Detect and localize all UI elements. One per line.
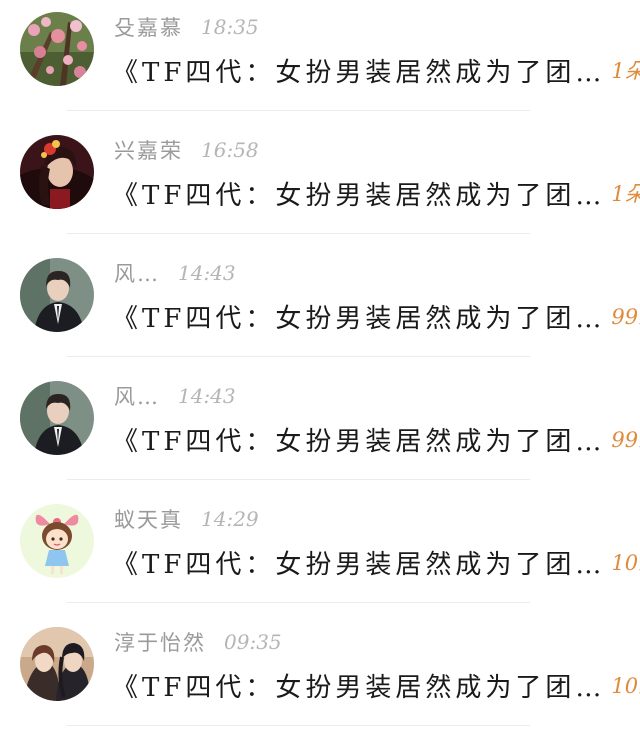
boy-in-suit-photo-icon xyxy=(20,381,94,455)
list-item[interactable]: 殳嘉慕 18:35 《TF四代：女扮男装居然成为了团… 1朵 xyxy=(0,0,640,123)
timestamp: 14:43 xyxy=(178,384,236,408)
message-preview[interactable]: 《TF四代：女扮男装居然成为了团… xyxy=(112,298,605,335)
sender-name: 淳于怡然 xyxy=(114,631,206,655)
avatar[interactable] xyxy=(20,258,94,332)
divider xyxy=(67,110,530,111)
flower-count: 10朵 xyxy=(611,551,640,575)
list-item[interactable]: 兴嘉荣 16:58 《TF四代：女扮男装居然成为了团… 1朵 xyxy=(0,123,640,246)
message-preview[interactable]: 《TF四代：女扮男装居然成为了团… xyxy=(112,421,605,458)
flower-count: 1朵 xyxy=(611,182,640,206)
timestamp: 16:58 xyxy=(201,138,259,162)
divider xyxy=(67,602,530,603)
flower-count: 1朵 xyxy=(611,59,640,83)
message-preview[interactable]: 《TF四代：女扮男装居然成为了团… xyxy=(112,667,605,704)
timestamp: 14:29 xyxy=(201,507,259,531)
anime-couple-illustration-icon xyxy=(20,627,94,701)
sender-name: 蚁天真 xyxy=(114,508,183,532)
flower-count: 99朵 xyxy=(611,428,640,452)
list-item[interactable]: 风… 14:43 《TF四代：女扮男装居然成为了团… 99朵 xyxy=(0,369,640,492)
sender-name: 殳嘉慕 xyxy=(114,16,183,40)
message-preview[interactable]: 《TF四代：女扮男装居然成为了团… xyxy=(112,52,605,89)
divider xyxy=(67,725,530,726)
avatar[interactable] xyxy=(20,135,94,209)
flower-count: 99朵 xyxy=(611,305,640,329)
divider xyxy=(67,233,530,234)
sender-name: 兴嘉荣 xyxy=(114,139,183,163)
message-preview[interactable]: 《TF四代：女扮男装居然成为了团… xyxy=(112,175,605,212)
divider xyxy=(67,479,530,480)
flower-count: 10朵 xyxy=(611,674,640,698)
list-item[interactable]: 淳于怡然 09:35 《TF四代：女扮男装居然成为了团… 10朵 xyxy=(0,615,640,738)
timestamp: 14:43 xyxy=(178,261,236,285)
avatar[interactable] xyxy=(20,504,94,578)
message-list: 殳嘉慕 18:35 《TF四代：女扮男装居然成为了团… 1朵 兴嘉荣 xyxy=(0,0,640,738)
divider xyxy=(67,356,530,357)
avatar[interactable] xyxy=(20,627,94,701)
timestamp: 09:35 xyxy=(224,630,282,654)
list-item[interactable]: 风… 14:43 《TF四代：女扮男装居然成为了团… 99朵 xyxy=(0,246,640,369)
peach-blossom-photo-icon xyxy=(20,12,94,86)
sender-name: 风… xyxy=(114,262,160,286)
avatar[interactable] xyxy=(20,381,94,455)
list-item[interactable]: 蚁天真 14:29 《TF四代：女扮男装居然成为了团… 10朵 xyxy=(0,492,640,615)
boy-in-suit-photo-icon xyxy=(20,258,94,332)
avatar[interactable] xyxy=(20,12,94,86)
sender-name: 风… xyxy=(114,385,160,409)
timestamp: 18:35 xyxy=(201,15,259,39)
message-preview[interactable]: 《TF四代：女扮男装居然成为了团… xyxy=(112,544,605,581)
girl-with-headdress-photo-icon xyxy=(20,135,94,209)
cartoon-girl-with-bow-icon xyxy=(20,504,94,578)
